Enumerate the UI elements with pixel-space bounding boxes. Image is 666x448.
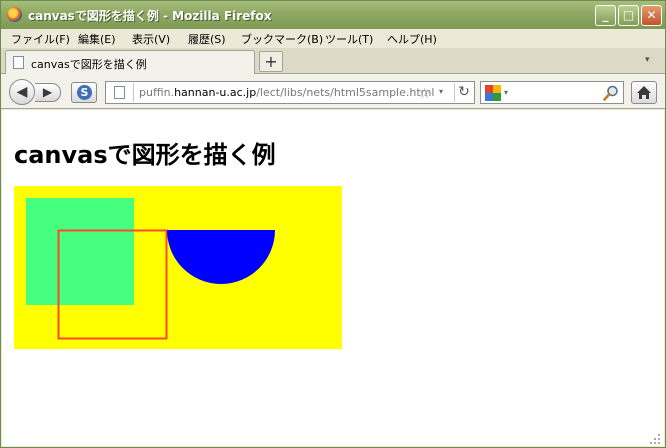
resize-grip-icon[interactable] (649, 433, 661, 445)
tab-list-chevron-icon[interactable]: ▾ (645, 55, 650, 65)
home-button[interactable] (631, 81, 657, 104)
url-text[interactable]: puffin.hannan-u.ac.jp/lect/libs/nets/htm… (139, 86, 434, 99)
search-box[interactable]: ▾ (480, 81, 624, 104)
menu-bookmarks[interactable]: ブックマーク(B) (241, 31, 323, 47)
url-prefix: puffin. (139, 86, 175, 99)
maximize-button[interactable]: □ (618, 5, 639, 26)
home-icon (637, 86, 651, 99)
url-history-dropdown-icon[interactable]: ▾ (439, 87, 443, 96)
google-icon[interactable] (485, 85, 501, 101)
url-path: /lect/libs/nets/html5sample.html (256, 86, 435, 99)
back-button[interactable]: ◀ (9, 79, 35, 105)
reload-button[interactable]: ↻ (454, 83, 473, 102)
url-separator (133, 83, 134, 102)
menu-view[interactable]: 表示(V) (132, 31, 170, 47)
window-title: canvasで図形を描く例 - Mozilla Firefox (28, 9, 272, 23)
s-icon: S (77, 85, 92, 100)
drawing-canvas (14, 186, 342, 349)
minimize-button[interactable]: _ (595, 5, 616, 26)
url-bar[interactable]: puffin.hannan-u.ac.jp/lect/libs/nets/htm… (105, 81, 475, 104)
menu-file[interactable]: ファイル(F) (11, 31, 70, 47)
page-icon (13, 56, 24, 69)
page-icon (114, 86, 125, 99)
url-host: hannan-u.ac.jp (174, 86, 257, 99)
new-tab-button[interactable]: + (259, 51, 283, 72)
title-bar: canvasで図形を描く例 - Mozilla Firefox _ □ ✕ (1, 1, 665, 29)
search-engine-dropdown-icon[interactable]: ▾ (504, 88, 508, 97)
browser-window: canvasで図形を描く例 - Mozilla Firefox _ □ ✕ ファ… (0, 0, 666, 448)
menu-history[interactable]: 履歴(S) (188, 31, 226, 47)
sync-button[interactable]: S (71, 82, 97, 103)
navigation-toolbar: ◀ ▶ S puffin.hannan-u.ac.jp/lect/libs/ne… (1, 74, 665, 109)
menu-bar: ファイル(F) 編集(E) 表示(V) 履歴(S) ブックマーク(B) ツール(… (1, 29, 665, 48)
tab-active[interactable]: canvasで図形を描く例 (5, 50, 255, 74)
menu-edit[interactable]: 編集(E) (78, 31, 116, 47)
magnifier-icon[interactable] (603, 85, 619, 101)
close-button[interactable]: ✕ (641, 5, 662, 26)
search-input[interactable] (513, 84, 597, 101)
firefox-logo-icon (7, 7, 22, 22)
forward-button[interactable]: ▶ (35, 83, 61, 102)
page-content: canvasで図形を描く例 (2, 110, 664, 446)
tab-strip: canvasで図形を描く例 + ▾ (1, 48, 665, 74)
page-heading: canvasで図形を描く例 (14, 141, 276, 169)
menu-tools[interactable]: ツール(T) (325, 31, 373, 47)
green-square (26, 198, 134, 305)
bookmark-star-icon[interactable]: ☆ (418, 84, 431, 102)
tab-label: canvasで図形を描く例 (31, 58, 147, 71)
menu-help[interactable]: ヘルプ(H) (387, 31, 437, 47)
